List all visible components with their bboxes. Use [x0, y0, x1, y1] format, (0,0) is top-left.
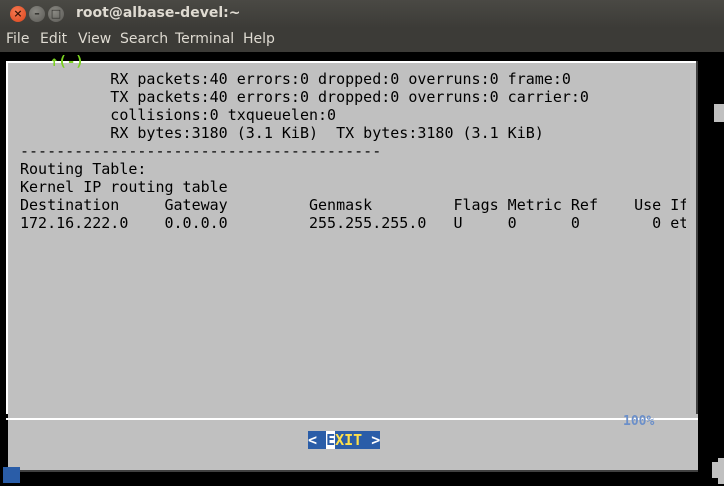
exit-right-bracket: > [362, 431, 381, 449]
terminal-window: × – □ root@albase-devel:~ File Edit View… [0, 0, 724, 486]
menu-file[interactable]: File [6, 31, 29, 47]
window-title: root@albase-devel:~ [76, 5, 241, 21]
menu-bar: File Edit View Search Terminal Help [0, 28, 724, 52]
close-window-icon[interactable]: × [10, 6, 26, 22]
exit-label: XIT [335, 431, 363, 449]
menu-terminal[interactable]: Terminal [175, 31, 234, 47]
routing-table-row: 172.16.222.0 0.0.0.0 255.255.255.0 U 0 0… [20, 214, 686, 232]
menu-edit[interactable]: Edit [40, 31, 67, 47]
menu-search[interactable]: Search [120, 31, 168, 47]
maximize-window-icon[interactable]: □ [48, 6, 64, 22]
menu-help[interactable]: Help [243, 31, 275, 47]
dialog-border-top [6, 61, 698, 63]
exit-button[interactable]: < EXIT > [308, 431, 381, 449]
separator-line: ---------------------------------------- [20, 142, 382, 160]
text-line: RX packets:40 errors:0 dropped:0 overrun… [20, 70, 571, 88]
scroll-percent: 100% [623, 414, 655, 429]
text-line: collisions:0 txqueuelen:0 [20, 106, 337, 124]
exit-left-bracket: < [308, 431, 327, 449]
terminal-area[interactable]: ↑(-) RX packets:40 errors:0 dropped:0 ov… [0, 52, 724, 486]
dialog-border-left [6, 61, 8, 414]
routing-table-header: Destination Gateway Genmask Flags Metric… [20, 196, 686, 214]
menu-view[interactable]: View [78, 31, 111, 47]
terminal-cursor [3, 467, 20, 483]
text-line: RX bytes:3180 (3.1 KiB) TX bytes:3180 (3… [20, 124, 544, 142]
title-bar[interactable]: × – □ root@albase-devel:~ [0, 0, 724, 28]
dialog-text-content[interactable]: RX packets:40 errors:0 dropped:0 overrun… [20, 70, 686, 410]
routing-table-title: Kernel IP routing table [20, 178, 228, 196]
text-line: TX packets:40 errors:0 dropped:0 overrun… [20, 88, 589, 106]
dialog-separator [6, 418, 698, 420]
dialog-shadow [698, 70, 714, 480]
dialog-border-bottom [6, 470, 698, 472]
exit-hotkey: E [326, 431, 336, 449]
routing-table-heading: Routing Table: [20, 160, 147, 178]
minimize-window-icon[interactable]: – [29, 6, 45, 22]
scroll-up-indicator[interactable]: ↑(-) [50, 54, 84, 70]
dialog-border-right [696, 61, 698, 414]
background-dialog-edge [718, 458, 724, 484]
